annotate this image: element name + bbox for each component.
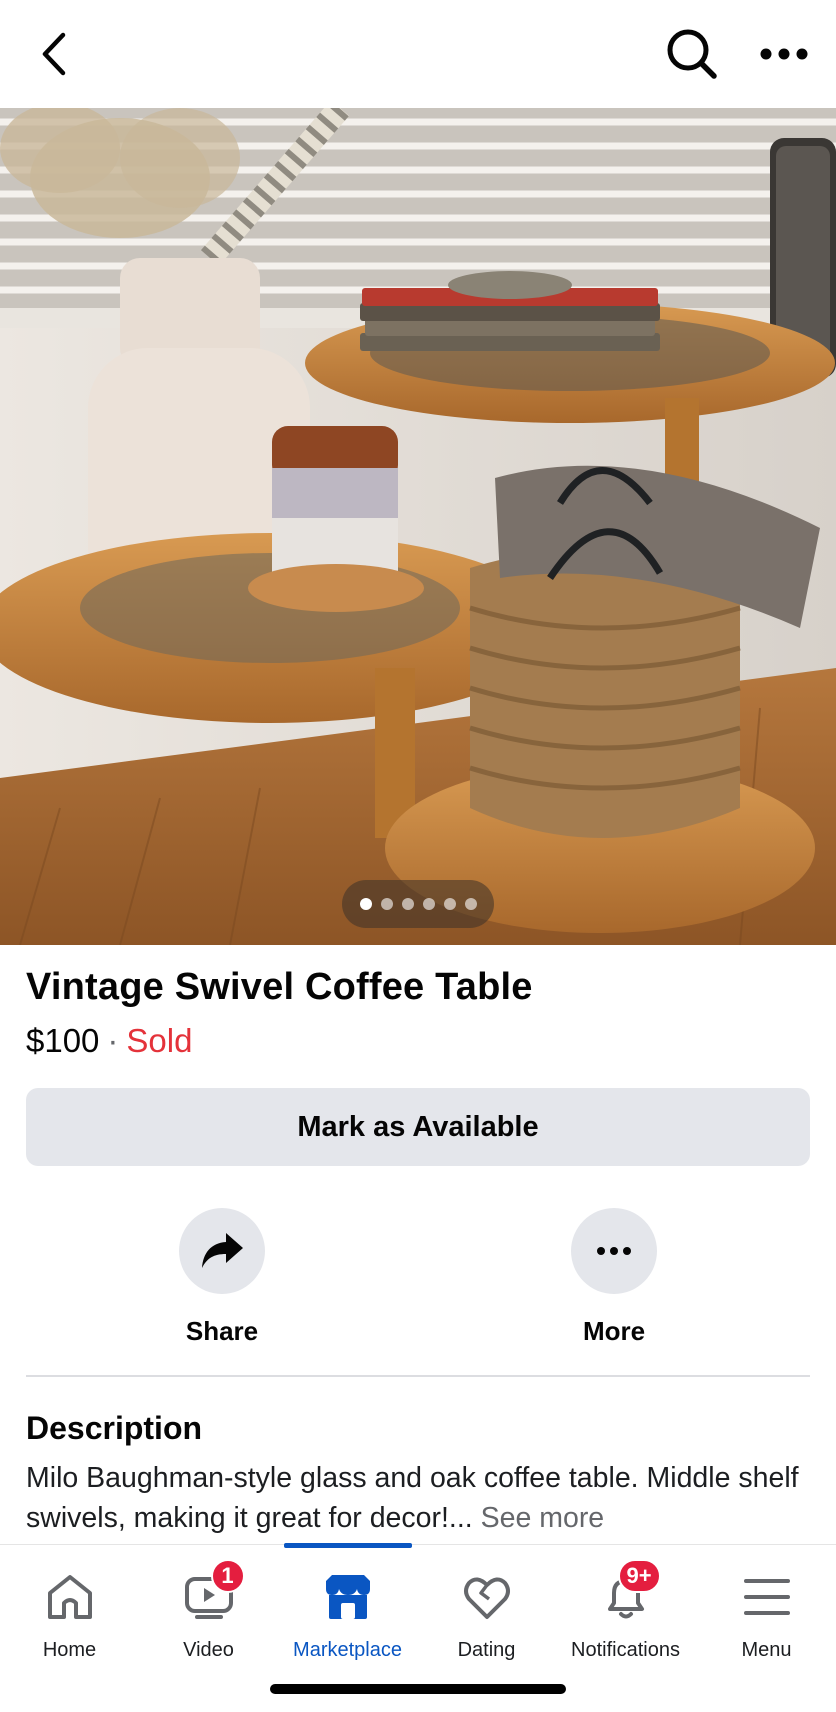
nav-menu[interactable]: Menu <box>697 1545 836 1665</box>
share-button[interactable] <box>179 1208 265 1294</box>
pager-dot <box>464 898 477 910</box>
nav-marketplace-label: Marketplace <box>293 1639 402 1661</box>
nav-home-label: Home <box>42 1639 97 1661</box>
nav-notifications-label: Notifications <box>571 1639 680 1661</box>
back-button[interactable] <box>26 22 82 86</box>
nav-marketplace[interactable]: Marketplace <box>278 1545 417 1665</box>
photo-pager[interactable] <box>342 880 494 928</box>
pager-dot <box>422 898 435 910</box>
nav-home[interactable]: Home <box>0 1545 139 1665</box>
share-action[interactable]: Share <box>142 1208 302 1347</box>
more-button[interactable] <box>571 1208 657 1294</box>
home-indicator <box>270 1684 566 1694</box>
coffee-table-photo <box>0 108 836 945</box>
listing-photo[interactable] <box>0 108 836 945</box>
chevron-left-icon <box>42 32 66 76</box>
share-label: Share <box>185 1316 259 1346</box>
more-action[interactable]: More <box>534 1208 694 1347</box>
home-icon <box>40 1567 100 1627</box>
search-icon <box>667 29 717 79</box>
menu-icon <box>737 1567 797 1627</box>
more-label: More <box>582 1316 646 1346</box>
listing-status: Sold <box>126 1022 193 1059</box>
mark-as-available-button[interactable]: Mark as Available <box>26 1088 810 1166</box>
price-row: $100 · Sold <box>26 1022 192 1060</box>
video-badge: 1 <box>210 1559 245 1593</box>
pager-dot <box>443 898 456 910</box>
description-text: Milo Baughman-style glass and oak coffee… <box>26 1458 816 1538</box>
top-bar <box>0 0 836 108</box>
nav-menu-label: Menu <box>741 1639 792 1661</box>
nav-dating-label: Dating <box>457 1639 516 1661</box>
nav-video-label: Video <box>183 1639 234 1661</box>
pager-dot <box>401 898 414 910</box>
nav-notifications[interactable]: 9+ Notifications <box>556 1545 695 1665</box>
description-heading: Description <box>26 1410 203 1446</box>
price-separator: · <box>107 1022 119 1059</box>
nav-video[interactable]: 1 Video <box>139 1545 278 1665</box>
listing-title: Vintage Swivel Coffee Table <box>26 966 533 1008</box>
listing-price: $100 <box>26 1022 100 1059</box>
marketplace-icon <box>318 1567 378 1627</box>
pager-dot <box>380 898 393 910</box>
bell-icon: 9+ <box>596 1559 661 1627</box>
search-button[interactable] <box>660 22 724 86</box>
marketplace-listing-screen: Vintage Swivel Coffee Table $100 · Sold Ma… <box>0 0 836 1712</box>
more-options-button[interactable] <box>752 22 816 86</box>
dating-icon <box>457 1567 517 1627</box>
ellipsis-icon <box>760 48 808 60</box>
description-body: Milo Baughman-style glass and oak coffee… <box>26 1462 799 1534</box>
notifications-badge: 9+ <box>617 1559 661 1593</box>
section-divider <box>26 1375 810 1377</box>
ellipsis-icon <box>597 1247 631 1255</box>
see-more-link[interactable]: See more <box>481 1502 605 1534</box>
share-arrow-icon <box>202 1233 243 1268</box>
video-icon: 1 <box>179 1559 245 1627</box>
nav-dating[interactable]: Dating <box>417 1545 556 1665</box>
pager-dot <box>359 898 372 910</box>
